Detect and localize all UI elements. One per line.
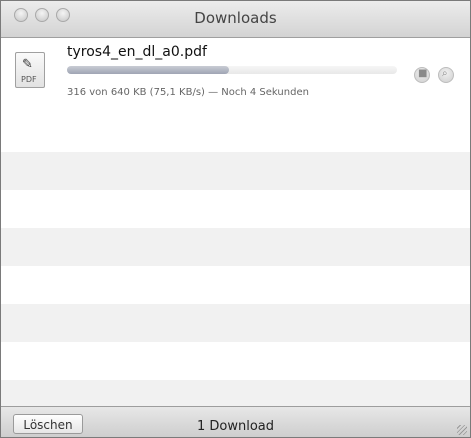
stop-download-icon[interactable]: ■ bbox=[414, 67, 430, 83]
resize-grip-icon[interactable] bbox=[457, 425, 467, 435]
download-file-name: tyros4_en_dl_a0.pdf bbox=[67, 44, 207, 60]
download-count: 1 Download bbox=[196, 419, 275, 434]
download-progress-bar bbox=[67, 66, 397, 74]
pdf-document-icon: ✎ PDF bbox=[15, 52, 45, 88]
downloads-window: Downloads ✎ PDF tyros4_en_dl_a0.pdf ■ ⌕ … bbox=[0, 0, 471, 438]
download-status: 316 von 640 KB (75,1 KB/s) — Noch 4 Seku… bbox=[67, 87, 309, 98]
downloads-list[interactable]: ✎ PDF tyros4_en_dl_a0.pdf ■ ⌕ 316 von 64… bbox=[1, 38, 470, 406]
title-bar[interactable]: Downloads bbox=[1, 1, 470, 38]
reveal-in-finder-icon[interactable]: ⌕ bbox=[438, 67, 454, 83]
file-type-label: PDF bbox=[21, 75, 37, 84]
download-item[interactable]: ✎ PDF tyros4_en_dl_a0.pdf ■ ⌕ 316 von 64… bbox=[1, 38, 470, 114]
window-title: Downloads bbox=[194, 9, 277, 27]
download-progress-fill bbox=[67, 66, 229, 74]
bottom-bar: Löschen 1 Download bbox=[1, 406, 470, 437]
acrobat-glyph-icon: ✎ bbox=[22, 57, 33, 72]
